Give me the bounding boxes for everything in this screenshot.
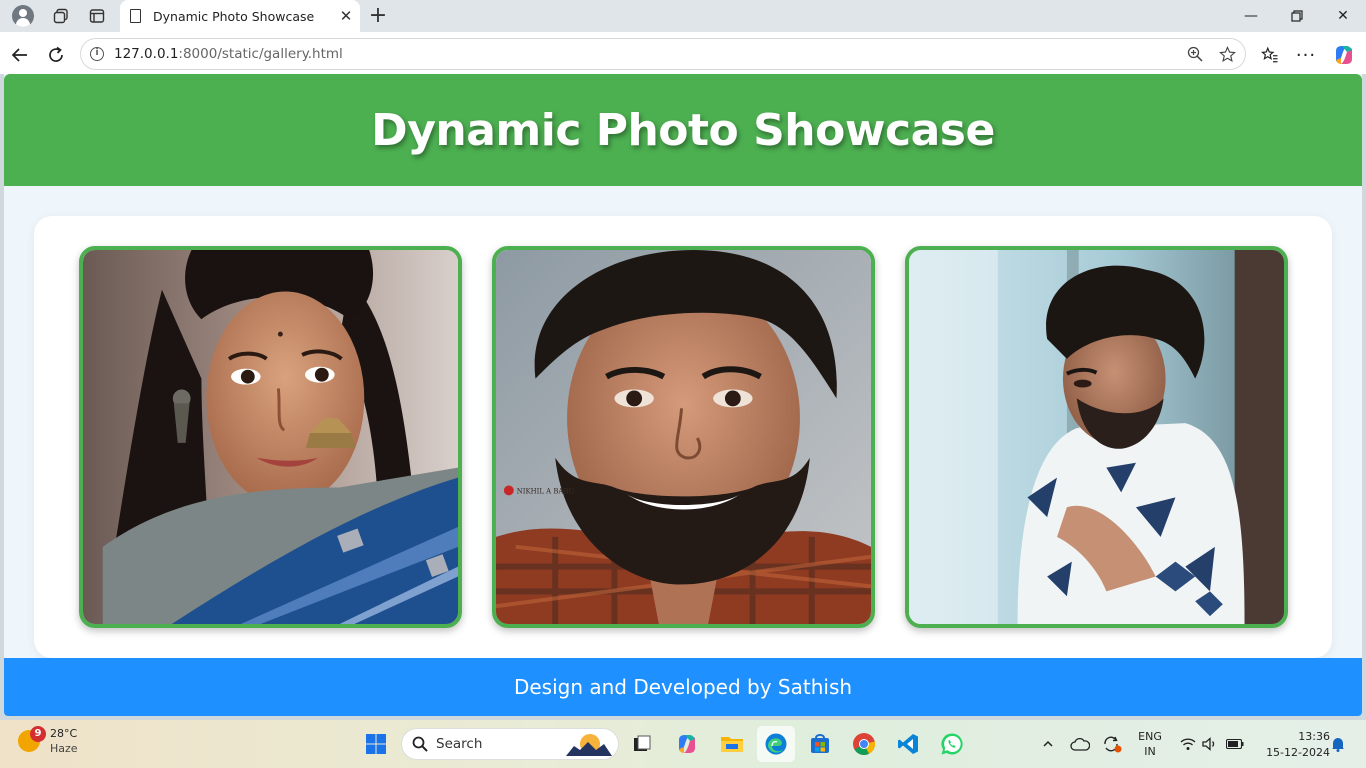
photo-woman-image <box>83 250 458 624</box>
copilot-taskbar-button[interactable] <box>668 726 706 762</box>
weather-widget[interactable]: 28°C Haze <box>18 726 78 756</box>
back-arrow-icon <box>11 48 27 62</box>
new-tab-button[interactable]: + <box>366 4 390 28</box>
onedrive-button[interactable] <box>1068 720 1092 768</box>
refresh-icon <box>49 46 63 62</box>
back-button[interactable] <box>5 40 35 70</box>
photo-man-by-window-image <box>909 250 1284 624</box>
url-text: 127.0.0.1:8000/static/gallery.html <box>114 46 343 62</box>
folder-icon <box>721 737 743 752</box>
profile-icon <box>12 5 34 27</box>
photo-watermark: NIKHIL A BABU <box>517 487 575 495</box>
page-viewport: Dynamic Photo Showcase NIKHIL A BABU Des… <box>4 74 1362 716</box>
favorites-icon <box>1261 46 1278 63</box>
edge-taskbar-button[interactable] <box>757 726 795 762</box>
close-tab-icon[interactable]: ✕ <box>332 7 360 25</box>
copilot-taskbar-icon <box>679 735 695 753</box>
url-host: 127.0.0.1 <box>114 46 179 62</box>
site-info-icon[interactable]: i <box>90 47 104 61</box>
volume-button[interactable] <box>1200 720 1220 768</box>
page-icon <box>130 9 141 23</box>
weather-desc: Haze <box>50 742 78 755</box>
vscode-icon <box>898 734 918 754</box>
wifi-button[interactable] <box>1178 720 1198 768</box>
chevron-up-icon <box>1043 740 1053 747</box>
gallery-photo-3[interactable] <box>905 246 1288 628</box>
clock-date: 15-12-2024 <box>1266 746 1330 759</box>
site-footer: Design and Developed by Sathish <box>4 658 1362 716</box>
task-view-button[interactable] <box>623 726 661 762</box>
whatsapp-button[interactable] <box>933 726 971 762</box>
bell-icon <box>1332 738 1344 752</box>
gallery-photo-1[interactable] <box>79 246 462 628</box>
sync-button[interactable] <box>1100 720 1124 768</box>
search-icon <box>412 736 428 752</box>
tab-actions-button[interactable] <box>78 0 116 32</box>
search-label: Search <box>436 736 483 752</box>
address-bar[interactable]: i 127.0.0.1:8000/static/gallery.html <box>80 38 1246 70</box>
store-icon <box>811 734 829 753</box>
copilot-button[interactable] <box>1329 40 1359 70</box>
task-view-icon <box>634 735 651 751</box>
chrome-icon <box>853 733 876 755</box>
chrome-button[interactable] <box>845 726 883 762</box>
language-indicator[interactable]: ENG IN <box>1132 720 1168 768</box>
file-explorer-button[interactable] <box>713 726 751 762</box>
notifications-button[interactable] <box>1330 720 1346 768</box>
footer-credit: Design and Developed by Sathish <box>513 675 853 699</box>
speaker-icon <box>1202 737 1215 751</box>
browser-tab[interactable]: Dynamic Photo Showcase ✕ <box>120 0 360 32</box>
windows-taskbar: 28°C Haze 9 Search ENG IN 13:36 15-12-20… <box>0 720 1366 768</box>
refresh-button[interactable] <box>41 40 71 70</box>
page-title: Dynamic Photo Showcase <box>371 104 995 156</box>
profile-button[interactable] <box>0 0 38 32</box>
workspaces-icon <box>53 8 68 24</box>
whatsapp-icon <box>941 733 963 755</box>
region-code: IN <box>1144 745 1156 758</box>
more-menu-button[interactable]: ··· <box>1291 40 1321 70</box>
tab-title: Dynamic Photo Showcase <box>153 8 315 24</box>
edge-icon <box>765 733 787 755</box>
taskbar-search[interactable]: Search <box>401 728 619 760</box>
store-button[interactable] <box>801 726 839 762</box>
favorites-button[interactable] <box>1255 40 1285 70</box>
photo-smiling-man-image: NIKHIL A BABU <box>496 250 871 624</box>
weather-temp: 28°C <box>50 727 78 740</box>
tab-bar: Dynamic Photo Showcase ✕ + — ✕ <box>0 0 1366 32</box>
start-button[interactable] <box>357 726 395 762</box>
close-window-button[interactable]: ✕ <box>1320 0 1366 32</box>
restore-button[interactable] <box>1274 0 1320 32</box>
windows-logo-icon <box>366 734 386 754</box>
zoom-icon <box>1187 46 1203 62</box>
show-hidden-icons-button[interactable] <box>1038 720 1058 768</box>
restore-icon <box>1291 10 1303 22</box>
vscode-button[interactable] <box>889 726 927 762</box>
workspaces-button[interactable] <box>42 0 80 32</box>
url-path: :8000/static/gallery.html <box>178 46 343 62</box>
notification-badge: 9 <box>30 726 46 742</box>
cloud-icon <box>1070 737 1090 751</box>
battery-button[interactable] <box>1224 720 1246 768</box>
wifi-icon <box>1180 738 1196 750</box>
star-icon <box>1218 45 1236 62</box>
language-code: ENG <box>1138 730 1162 743</box>
weather-text: 28°C Haze <box>50 726 78 756</box>
battery-icon <box>1226 739 1244 749</box>
clock[interactable]: 13:36 15-12-2024 <box>1254 729 1330 761</box>
search-highlight-icon <box>566 734 612 756</box>
minimize-button[interactable]: — <box>1228 0 1274 32</box>
site-header: Dynamic Photo Showcase <box>4 74 1362 186</box>
zoom-button[interactable] <box>1179 39 1211 69</box>
copilot-icon <box>1336 46 1352 64</box>
tab-actions-icon <box>89 9 105 23</box>
gallery-photo-2[interactable]: NIKHIL A BABU <box>492 246 875 628</box>
sync-alert-icon <box>1104 736 1122 753</box>
favorite-star-button[interactable] <box>1211 39 1243 69</box>
clock-time: 13:36 <box>1298 730 1330 743</box>
gallery-container: NIKHIL A BABU <box>34 216 1332 658</box>
